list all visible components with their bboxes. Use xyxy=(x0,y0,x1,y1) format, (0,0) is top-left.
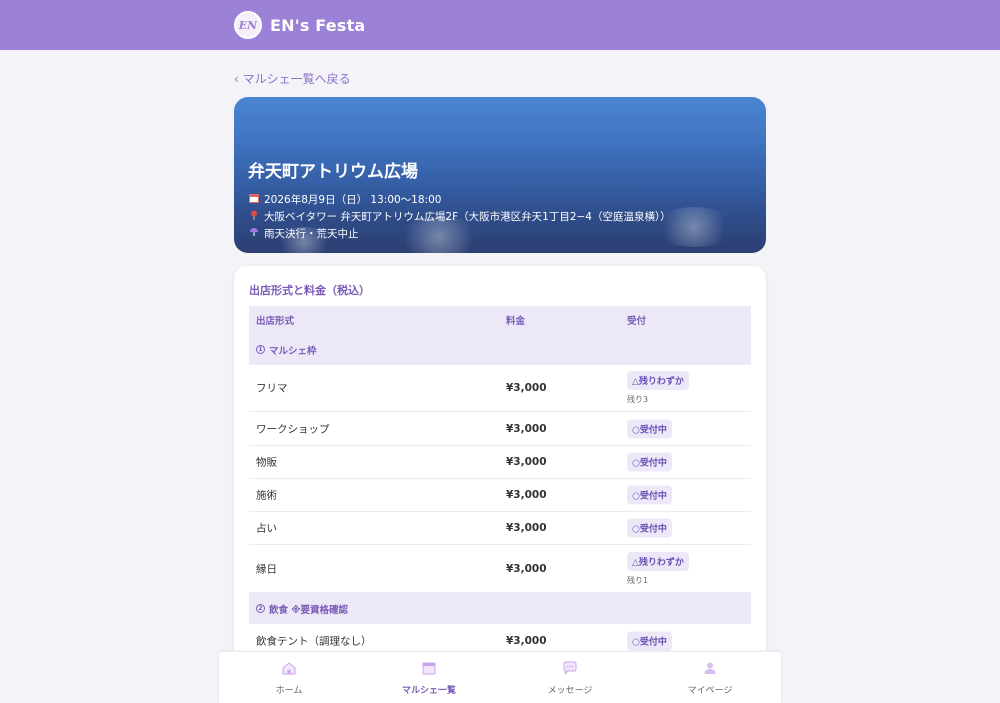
table-row: フリマ ¥3,000 △残りわずか 残り3 xyxy=(249,365,751,412)
user-icon xyxy=(703,661,717,679)
group-food: 2 飲食 ※要資格確認 xyxy=(249,593,751,624)
bottom-nav: ホーム マルシェ一覧 メッセージ マイページ xyxy=(219,651,781,703)
event-date-text: 2026年8月9日（日） 13:00〜18:00 xyxy=(264,194,442,206)
event-hero: 弁天町アトリウム広場 2026年8月9日（日） 13:00〜18:00 大阪ベイ… xyxy=(234,97,766,253)
event-weather-text: 雨天決行・荒天中止 xyxy=(264,228,359,240)
status-badge: ○受付中 xyxy=(627,631,672,650)
calendar-icon xyxy=(248,193,260,206)
group-number-icon: 1 xyxy=(256,345,265,354)
table-row: 施術 ¥3,000 ○受付中 xyxy=(249,479,751,512)
event-place-text: 大阪ベイタワー 弁天町アトリウム広場2F（大阪市港区弁天1丁目2−4（空庭温泉横… xyxy=(264,211,671,223)
table-row: ワークショップ ¥3,000 ○受付中 xyxy=(249,412,751,446)
row-price: ¥3,000 xyxy=(506,562,547,575)
status-badge: △残りわずか xyxy=(627,371,689,390)
row-type: フリマ xyxy=(256,382,288,395)
pin-icon xyxy=(248,210,260,223)
status-badge: ○受付中 xyxy=(627,485,672,505)
logo-icon: EN xyxy=(234,11,262,39)
row-price: ¥3,000 xyxy=(506,456,547,468)
pricing-table: 出店形式 料金 受付 1 マルシェ枠 フリマ ¥3,000 △残りわずか 残り3… xyxy=(249,306,751,658)
event-title: 弁天町アトリウム広場 xyxy=(248,162,418,182)
nav-label: メッセージ xyxy=(547,685,593,696)
event-date: 2026年8月9日（日） 13:00〜18:00 xyxy=(248,192,441,207)
row-type: 縁日 xyxy=(256,563,277,575)
row-price: ¥3,000 xyxy=(506,634,547,647)
status-badge: △残りわずか xyxy=(627,551,689,571)
calendar-icon xyxy=(422,661,436,679)
header-status: 受付 xyxy=(627,316,647,327)
nav-label: ホーム xyxy=(275,685,303,696)
status-badge: ○受付中 xyxy=(627,518,672,538)
event-weather: 雨天決行・荒天中止 xyxy=(248,226,359,241)
nav-mypage[interactable]: マイページ xyxy=(640,652,780,703)
header-type: 出店形式 xyxy=(256,316,295,327)
nav-messages[interactable]: メッセージ xyxy=(500,652,640,703)
brand-name: EN's Festa xyxy=(270,15,366,35)
row-status: ○受付中 xyxy=(627,419,672,438)
row-type: 物販 xyxy=(256,456,277,469)
row-type: 施術 xyxy=(256,489,277,502)
rain-icon xyxy=(248,227,260,240)
chat-icon xyxy=(563,661,577,679)
status-badge: ○受付中 xyxy=(627,419,672,438)
nav-label: マイページ xyxy=(687,685,733,696)
row-price: ¥3,000 xyxy=(506,522,547,534)
row-status: ○受付中 xyxy=(627,452,672,472)
group-number-icon: 2 xyxy=(256,604,265,613)
row-price: ¥3,000 xyxy=(506,489,547,501)
pricing-title: 出店形式と料金（税込） xyxy=(249,284,370,297)
status-badge: ○受付中 xyxy=(627,452,672,472)
table-row: 占い ¥3,000 ○受付中 xyxy=(249,512,751,545)
table-row: 物販 ¥3,000 ○受付中 xyxy=(249,446,751,479)
home-icon xyxy=(281,661,297,679)
header-price: 料金 xyxy=(506,316,526,327)
remaining-count: 残り3 xyxy=(627,395,649,404)
event-place: 大阪ベイタワー 弁天町アトリウム広場2F（大阪市港区弁天1丁目2−4（空庭温泉横… xyxy=(248,209,671,224)
row-type: 飲食テント（調理なし） xyxy=(256,635,372,647)
nav-label: マルシェ一覧 xyxy=(401,685,456,696)
group-label: 2 飲食 ※要資格確認 xyxy=(256,602,348,616)
row-status: △残りわずか 残り3 xyxy=(627,371,689,405)
nav-home[interactable]: ホーム xyxy=(219,652,359,703)
row-status: △残りわずか 残り1 xyxy=(627,551,689,586)
group-label: 1 マルシェ枠 xyxy=(256,343,317,357)
row-price: ¥3,000 xyxy=(506,382,547,394)
row-type: 占い xyxy=(256,522,277,535)
row-status: ○受付中 xyxy=(627,631,672,650)
group-marche: 1 マルシェ枠 xyxy=(249,334,751,365)
row-price: ¥3,000 xyxy=(506,422,547,435)
row-status: ○受付中 xyxy=(627,485,672,505)
row-status: ○受付中 xyxy=(627,518,672,538)
brand[interactable]: EN EN's Festa xyxy=(234,11,365,39)
table-header: 出店形式 料金 受付 xyxy=(249,306,751,334)
row-type: ワークショップ xyxy=(256,423,330,435)
table-row: 縁日 ¥3,000 △残りわずか 残り1 xyxy=(249,545,751,593)
app-header: EN EN's Festa xyxy=(0,0,1000,50)
pricing-card: 出店形式と料金（税込） 出店形式 料金 受付 1 マルシェ枠 フリマ ¥3,00… xyxy=(234,266,766,696)
remaining-count: 残り1 xyxy=(627,575,649,585)
back-to-list-link[interactable]: ‹ マルシェ一覧へ戻る xyxy=(234,70,351,87)
nav-marche-list[interactable]: マルシェ一覧 xyxy=(359,652,499,703)
